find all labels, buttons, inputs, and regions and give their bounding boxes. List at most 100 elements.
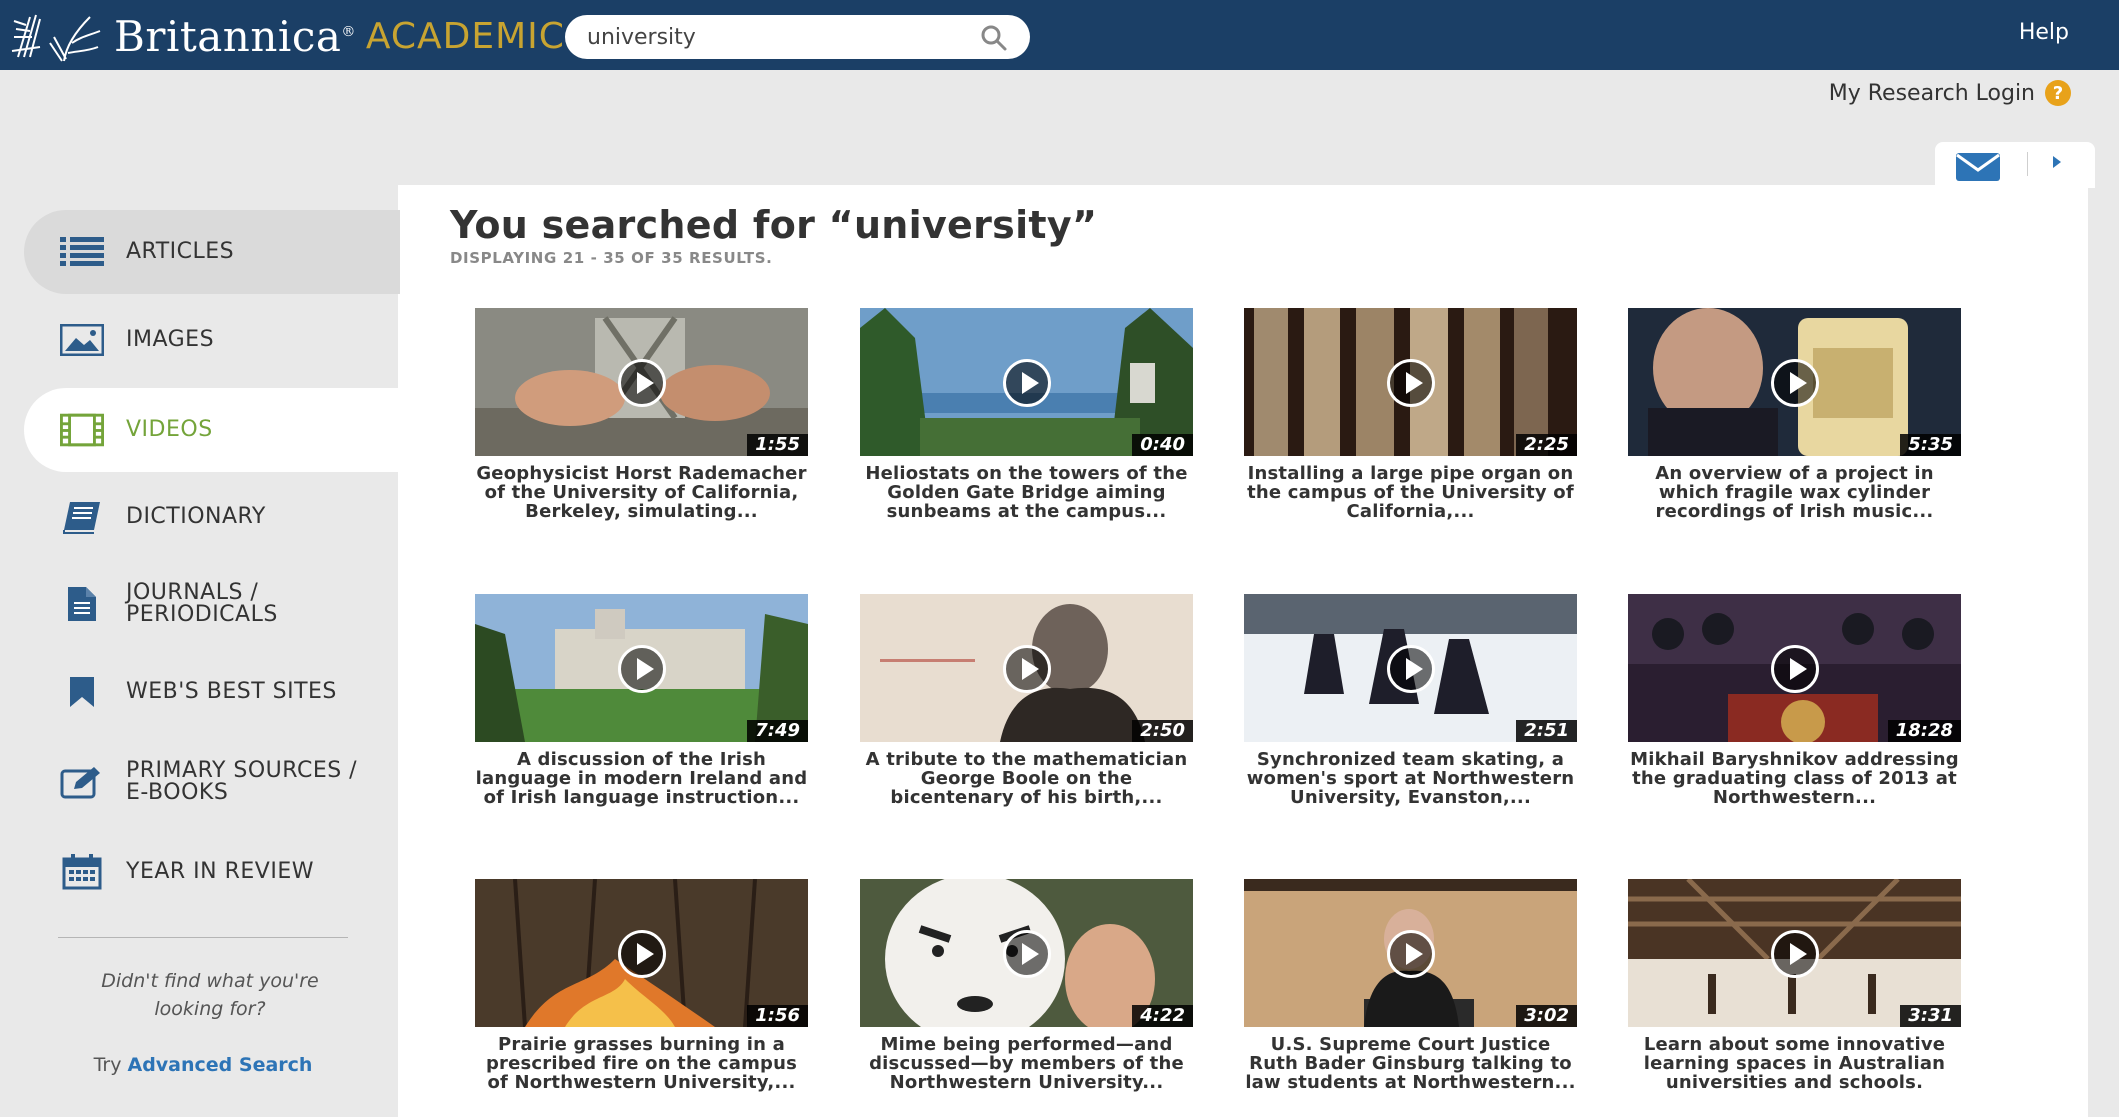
- video-card[interactable]: 5:35 An overview of a project in which f…: [1628, 308, 1961, 521]
- sidebar-item-videos[interactable]: VIDEOS: [24, 388, 400, 472]
- play-icon[interactable]: [1771, 645, 1819, 693]
- play-icon[interactable]: [618, 359, 666, 407]
- video-duration: 1:56: [747, 1005, 808, 1027]
- video-caption[interactable]: An overview of a project in which fragil…: [1628, 464, 1961, 521]
- play-icon[interactable]: [1003, 359, 1051, 407]
- video-caption[interactable]: Mime being performed—and discussed—by me…: [860, 1035, 1193, 1092]
- video-duration: 7:49: [747, 720, 808, 742]
- help-circle-icon[interactable]: ?: [2045, 80, 2071, 106]
- brand-product: ACADEMIC: [365, 15, 565, 57]
- sidebar-item-year-in-review[interactable]: YEAR IN REVIEW: [24, 830, 400, 914]
- play-icon[interactable]: [1771, 359, 1819, 407]
- research-login[interactable]: My Research Login ?: [1829, 80, 2071, 106]
- sidebar-item-label: VIDEOS: [126, 417, 213, 442]
- video-caption[interactable]: Installing a large pipe organ on the cam…: [1244, 464, 1577, 521]
- sidebar-item-primary-sources[interactable]: PRIMARY SOURCES / E-BOOKS: [24, 740, 400, 824]
- video-thumbnail[interactable]: 18:28: [1628, 594, 1961, 742]
- video-duration: 3:31: [1900, 1005, 1961, 1027]
- not-found-text: Didn't find what you're looking for?: [101, 970, 319, 1020]
- calendar-icon: [60, 854, 104, 890]
- video-thumbnail[interactable]: 4:22: [860, 879, 1193, 1027]
- play-icon[interactable]: [1387, 930, 1435, 978]
- video-caption[interactable]: A discussion of the Irish language in mo…: [475, 750, 808, 807]
- play-icon[interactable]: [1387, 359, 1435, 407]
- video-card[interactable]: 1:55 Geophysicist Horst Rademacher of th…: [475, 308, 808, 521]
- sidebar-item-label: DICTIONARY: [126, 504, 266, 529]
- video-thumbnail[interactable]: 1:56: [475, 879, 808, 1027]
- play-icon[interactable]: [1003, 930, 1051, 978]
- play-icon[interactable]: [1003, 645, 1051, 693]
- bookmark-icon: [60, 674, 104, 710]
- share-divider: [2027, 152, 2028, 176]
- video-thumbnail[interactable]: 7:49: [475, 594, 808, 742]
- play-icon[interactable]: [618, 930, 666, 978]
- video-duration: 0:40: [1132, 434, 1193, 456]
- page-title: You searched for “university”: [450, 203, 1098, 247]
- help-link[interactable]: Help: [2019, 20, 2069, 45]
- video-duration: 2:50: [1132, 720, 1193, 742]
- sidebar-item-label: YEAR IN REVIEW: [126, 859, 314, 884]
- video-caption[interactable]: Mikhail Baryshnikov addressing the gradu…: [1628, 750, 1961, 807]
- video-card[interactable]: 2:25 Installing a large pipe organ on th…: [1244, 308, 1577, 521]
- video-caption[interactable]: Geophysicist Horst Rademacher of the Uni…: [475, 464, 808, 521]
- research-login-label[interactable]: My Research Login: [1829, 81, 2035, 106]
- advanced-search-prompt: Try Advanced Search: [93, 1054, 313, 1076]
- document-icon: [60, 586, 104, 622]
- video-thumbnail[interactable]: 2:50: [860, 594, 1193, 742]
- video-card[interactable]: 3:31 Learn about some innovative learnin…: [1628, 879, 1961, 1092]
- video-card[interactable]: 7:49 A discussion of the Irish language …: [475, 594, 808, 807]
- play-icon[interactable]: [618, 645, 666, 693]
- video-card[interactable]: 3:02 U.S. Supreme Court Justice Ruth Bad…: [1244, 879, 1577, 1092]
- sidebar-item-dictionary[interactable]: DICTIONARY: [24, 475, 400, 559]
- video-card[interactable]: 0:40 Heliostats on the towers of the Gol…: [860, 308, 1193, 521]
- thistle-logo-icon: [11, 14, 101, 62]
- video-card[interactable]: 4:22 Mime being performed—and discussed—…: [860, 879, 1193, 1092]
- top-navbar: Britannica® ACADEMIC Help: [0, 0, 2119, 70]
- video-thumbnail[interactable]: 2:51: [1244, 594, 1577, 742]
- advanced-search-link[interactable]: Advanced Search: [127, 1054, 312, 1076]
- sidebar-item-images[interactable]: IMAGES: [24, 298, 400, 382]
- video-thumbnail[interactable]: 1:55: [475, 308, 808, 456]
- video-caption[interactable]: Synchronized team skating, a women's spo…: [1244, 750, 1577, 807]
- video-thumbnail[interactable]: 0:40: [860, 308, 1193, 456]
- sidebar-item-label: IMAGES: [126, 327, 215, 352]
- video-caption[interactable]: Heliostats on the towers of the Golden G…: [860, 464, 1193, 521]
- sidebar-item-label: JOURNALS / PERIODICALS: [126, 580, 278, 627]
- sidebar-item-journals[interactable]: JOURNALS / PERIODICALS: [24, 562, 400, 646]
- video-thumbnail[interactable]: 2:25: [1244, 308, 1577, 456]
- video-caption[interactable]: Prairie grasses burning in a prescribed …: [475, 1035, 808, 1092]
- expand-arrow-icon[interactable]: [2053, 156, 2061, 168]
- list-icon: [60, 234, 104, 270]
- video-card[interactable]: 2:50 A tribute to the mathematician Geor…: [860, 594, 1193, 807]
- play-icon[interactable]: [1771, 930, 1819, 978]
- video-card[interactable]: 1:56 Prairie grasses burning in a prescr…: [475, 879, 808, 1092]
- result-count: DISPLAYING 21 - 35 OF 35 RESULTS.: [450, 249, 773, 267]
- video-caption[interactable]: U.S. Supreme Court Justice Ruth Bader Gi…: [1244, 1035, 1577, 1092]
- video-duration: 18:28: [1887, 720, 1961, 742]
- edit-icon: [60, 764, 104, 800]
- film-icon: [60, 412, 104, 448]
- video-caption[interactable]: A tribute to the mathematician George Bo…: [860, 750, 1193, 807]
- sidebar-item-label: ARTICLES: [126, 239, 235, 264]
- share-tab: [1935, 142, 2095, 188]
- video-duration: 2:25: [1516, 434, 1577, 456]
- video-caption[interactable]: Learn about some innovative learning spa…: [1628, 1035, 1961, 1092]
- video-duration: 4:22: [1132, 1005, 1193, 1027]
- video-card[interactable]: 18:28 Mikhail Baryshnikov addressing the…: [1628, 594, 1961, 807]
- video-thumbnail[interactable]: 5:35: [1628, 308, 1961, 456]
- video-thumbnail[interactable]: 3:02: [1244, 879, 1577, 1027]
- video-duration: 5:35: [1900, 434, 1961, 456]
- sidebar-item-articles[interactable]: ARTICLES: [24, 210, 400, 294]
- britannica-logo[interactable]: Britannica® ACADEMIC: [10, 6, 565, 66]
- video-card[interactable]: 2:51 Synchronized team skating, a women'…: [1244, 594, 1577, 807]
- brand-name: Britannica®: [114, 11, 356, 61]
- sidebar-item-web-best-sites[interactable]: WEB'S BEST SITES: [24, 650, 400, 734]
- search-input[interactable]: [587, 21, 967, 53]
- image-icon: [60, 322, 104, 358]
- video-thumbnail[interactable]: 3:31: [1628, 879, 1961, 1027]
- book-icon: [60, 499, 104, 535]
- sidebar-item-label: WEB'S BEST SITES: [126, 679, 337, 704]
- search-icon[interactable]: [980, 24, 1008, 52]
- play-icon[interactable]: [1387, 645, 1435, 693]
- email-icon[interactable]: [1955, 152, 2001, 182]
